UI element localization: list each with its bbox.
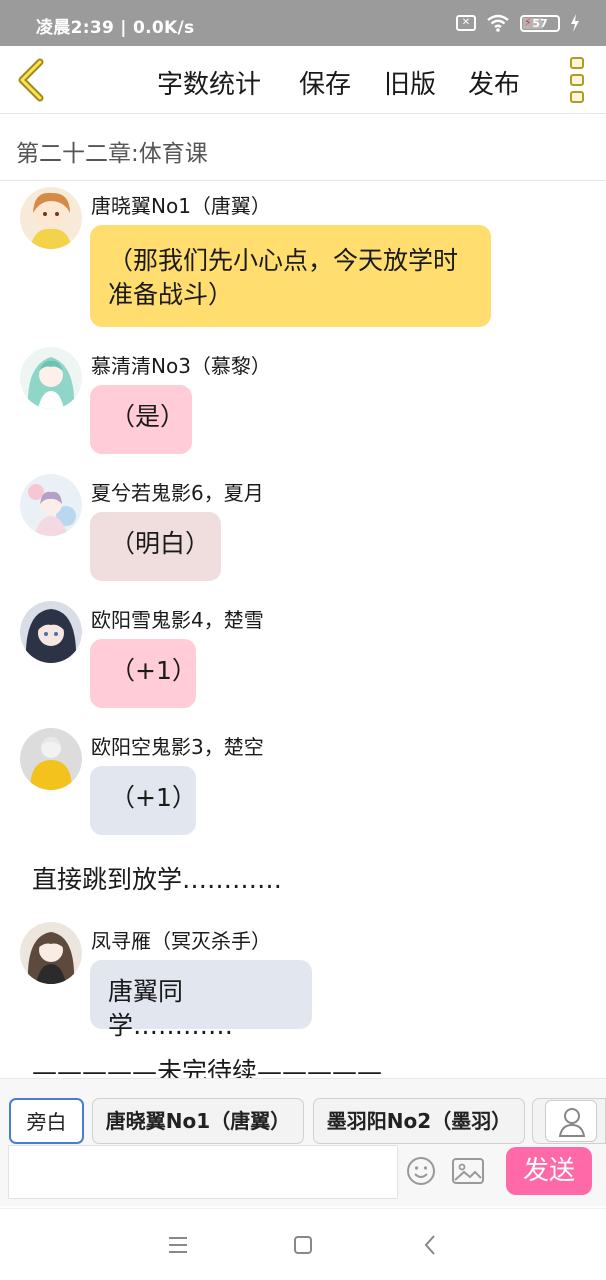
status-time: 凌晨2:39 | 0.0K/s	[36, 18, 195, 38]
sender-name: 欧阳空鬼影3，楚空	[91, 735, 264, 759]
avatar[interactable]	[20, 728, 82, 790]
message-bubble[interactable]: （那我们先小心点，今天放学时准备战斗）	[90, 225, 491, 327]
wifi-icon	[487, 14, 509, 32]
top-toolbar: 字数统计 保存 旧版 发布	[0, 46, 606, 114]
word-count-button[interactable]: 字数统计	[157, 64, 261, 101]
role-tab-narrator[interactable]: 旁白	[9, 1098, 84, 1144]
message-bubble[interactable]: （+1）	[90, 766, 197, 835]
menu-icon[interactable]	[168, 1236, 188, 1254]
role-selector-bar: 旁白 唐晓翼No1（唐翼） 墨羽阳No2（墨羽）	[0, 1078, 606, 1144]
charging-icon	[571, 14, 579, 32]
status-bar: 凌晨2:39 | 0.0K/s ✕ ⚡ 57	[0, 0, 606, 46]
message-bubble[interactable]: 唐翼同学…………	[90, 960, 312, 1040]
sender-name: 慕清清No3（慕黎）	[91, 354, 271, 378]
avatar[interactable]	[20, 347, 82, 409]
sender-name: 唐晓翼No1（唐翼）	[91, 194, 271, 218]
sender-name: 夏兮若鬼影6，夏月	[91, 481, 264, 505]
smiley-icon[interactable]	[406, 1156, 436, 1186]
system-nav-bar	[0, 1208, 606, 1280]
status-icons: ✕ ⚡ 57	[456, 14, 580, 32]
back-nav-icon[interactable]	[423, 1234, 437, 1256]
sender-name: 凤寻雁（冥灭杀手）	[91, 929, 271, 953]
image-icon[interactable]	[452, 1158, 484, 1184]
chapter-title[interactable]: 第二十二章:体育课	[16, 134, 208, 168]
back-button chevron-left-icon[interactable]	[14, 58, 50, 102]
message-bubble[interactable]: （明白）	[90, 512, 221, 581]
more-menu-button more-vertical-icon[interactable]	[570, 57, 586, 103]
chapter-header: 第二十二章:体育课	[0, 115, 606, 181]
save-button[interactable]: 保存	[299, 64, 351, 101]
battery-icon: ⚡ 57	[520, 14, 560, 32]
sim-icon: ✕	[456, 15, 476, 31]
narration-text[interactable]: 直接跳到放学…………	[32, 860, 282, 896]
message-input-bar: 发送	[0, 1144, 606, 1206]
message-bubble[interactable]: （+1）	[90, 639, 197, 708]
add-role-button[interactable]	[545, 1100, 597, 1142]
home-icon[interactable]	[293, 1235, 313, 1255]
role-tab-character[interactable]: 唐晓翼No1（唐翼）	[92, 1098, 304, 1144]
old-version-button[interactable]: 旧版	[384, 64, 436, 101]
avatar[interactable]	[20, 187, 82, 249]
message-input[interactable]	[8, 1145, 398, 1199]
avatar[interactable]	[20, 922, 82, 984]
sender-name: 欧阳雪鬼影4，楚雪	[91, 608, 264, 632]
publish-button[interactable]: 发布	[468, 64, 520, 101]
send-button[interactable]: 发送	[506, 1147, 592, 1195]
avatar[interactable]	[20, 601, 82, 663]
message-bubble[interactable]: （是）	[90, 385, 192, 454]
person-icon	[558, 1108, 586, 1137]
avatar[interactable]	[20, 474, 82, 536]
role-tab-character[interactable]: 墨羽阳No2（墨羽）	[313, 1098, 525, 1144]
